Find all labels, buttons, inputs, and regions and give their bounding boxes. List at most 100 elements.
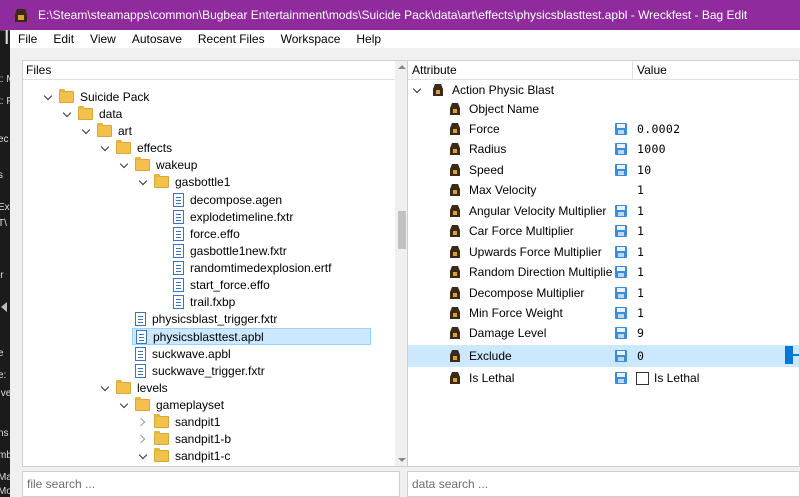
save-icon[interactable]: [615, 372, 627, 384]
tree-folder[interactable]: gameplayset: [119, 396, 224, 413]
menu-help[interactable]: Help: [348, 30, 389, 48]
tree-item-label: effects: [137, 140, 173, 155]
tree-folder[interactable]: effects: [100, 139, 172, 156]
chevron-down-icon[interactable]: [412, 85, 422, 95]
save-icon[interactable]: [615, 225, 627, 237]
save-icon[interactable]: [615, 266, 627, 278]
save-icon[interactable]: [615, 327, 627, 339]
attribute-row[interactable]: Random Direction Multiplier 1: [408, 262, 799, 282]
attribute-value[interactable]: 1: [637, 306, 644, 320]
attribute-value[interactable]: 1: [637, 265, 644, 279]
chevron-right-icon[interactable]: [138, 417, 148, 427]
chevron-down-icon[interactable]: [81, 126, 91, 136]
attribute-bag-icon: [450, 164, 460, 176]
tree-folder[interactable]: art: [81, 122, 132, 139]
save-icon[interactable]: [615, 287, 627, 299]
exclude-slider-knob[interactable]: [785, 346, 793, 364]
tree-file[interactable]: decompose.agen: [157, 191, 282, 208]
file-icon: [135, 363, 146, 378]
attribute-name: Angular Velocity Multiplier: [469, 204, 607, 218]
attribute-row[interactable]: Force 0.0002: [408, 119, 799, 139]
save-icon[interactable]: [615, 307, 627, 319]
chevron-down-icon[interactable]: [62, 109, 72, 119]
tree-folder[interactable]: Suicide Pack: [43, 88, 149, 105]
menu-bar: File Edit View Autosave Recent Files Workspac…: [10, 30, 800, 48]
attribute-row[interactable]: Radius 1000: [408, 139, 799, 159]
tree-file[interactable]: suckwave_trigger.fxtr: [119, 362, 265, 379]
attribute-value[interactable]: 1: [637, 245, 644, 259]
scroll-down-icon[interactable]: [398, 458, 406, 462]
attribute-value[interactable]: 0.0002: [637, 122, 680, 136]
attribute-row[interactable]: Exclude 0: [408, 345, 799, 367]
tree-folder[interactable]: gasbottle1: [138, 173, 230, 190]
attribute-row[interactable]: Object Name: [408, 99, 799, 119]
column-attribute[interactable]: Attribute: [408, 61, 633, 79]
attribute-row[interactable]: Car Force Multiplier 1: [408, 221, 799, 241]
attribute-value[interactable]: 0: [637, 349, 644, 363]
tree-file[interactable]: start_force.effo: [157, 276, 270, 293]
file-icon: [173, 277, 184, 292]
save-icon[interactable]: [615, 246, 627, 258]
tree-folder[interactable]: wakeup: [119, 156, 197, 173]
attribute-root[interactable]: Action Physic Blast: [408, 80, 799, 100]
attribute-row[interactable]: Decompose Multiplier 1: [408, 283, 799, 303]
tree-file[interactable]: trail.fxbp: [157, 293, 235, 310]
attribute-row[interactable]: Angular Velocity Multiplier 1: [408, 201, 799, 221]
tree-item-label: explodetimeline.fxtr: [190, 209, 294, 224]
tree-folder[interactable]: levels: [100, 379, 168, 396]
menu-recent-files[interactable]: Recent Files: [190, 30, 273, 48]
tree-folder[interactable]: sandpit1-b: [138, 430, 231, 447]
menu-autosave[interactable]: Autosave: [124, 30, 190, 48]
attribute-row[interactable]: Damage Level 9: [408, 323, 799, 343]
save-icon[interactable]: [615, 164, 627, 176]
data-search-input[interactable]: data search ...: [407, 471, 800, 497]
tree-file[interactable]: randomtimedexplosion.ertf: [157, 259, 331, 276]
save-icon[interactable]: [615, 143, 627, 155]
menu-edit[interactable]: Edit: [45, 30, 82, 48]
file-search-input[interactable]: file search ...: [22, 471, 400, 497]
scroll-thumb[interactable]: [398, 211, 406, 249]
chevron-down-icon[interactable]: [138, 451, 148, 461]
chevron-down-icon[interactable]: [100, 143, 110, 153]
chevron-down-icon[interactable]: [119, 400, 129, 410]
save-icon[interactable]: [615, 205, 627, 217]
tree-file[interactable]: gasbottle1new.fxtr: [157, 242, 287, 259]
attribute-value[interactable]: 1: [637, 183, 644, 197]
tree-folder[interactable]: data: [62, 105, 122, 122]
exclude-slider-track[interactable]: [793, 354, 799, 356]
save-icon[interactable]: [615, 123, 627, 135]
attribute-value[interactable]: 1000: [637, 142, 666, 156]
chevron-down-icon[interactable]: [119, 160, 129, 170]
attribute-row[interactable]: Is Lethal Is Lethal: [408, 368, 799, 388]
attribute-row[interactable]: Max Velocity 1: [408, 180, 799, 200]
attribute-value[interactable]: 1: [637, 204, 644, 218]
chevron-right-icon[interactable]: [138, 434, 148, 444]
tree-file[interactable]: physicsblast_trigger.fxtr: [119, 310, 277, 327]
attribute-value[interactable]: 1: [637, 286, 644, 300]
tree-file[interactable]: suckwave.apbl: [119, 345, 231, 362]
save-icon[interactable]: [615, 350, 627, 362]
is-lethal-checkbox[interactable]: [636, 372, 649, 385]
attribute-bag-icon: [450, 287, 460, 299]
tree-file[interactable]: explodetimeline.fxtr: [157, 208, 293, 225]
attribute-value[interactable]: 10: [637, 163, 651, 177]
tree-file[interactable]: ai_route - Copy (10).scne: [157, 464, 325, 466]
attribute-row[interactable]: Min Force Weight 1: [408, 303, 799, 323]
attribute-value[interactable]: 1: [637, 224, 644, 238]
menu-workspace[interactable]: Workspace: [273, 30, 349, 48]
column-value[interactable]: Value: [633, 63, 667, 77]
chevron-down-icon[interactable]: [138, 177, 148, 187]
chevron-down-icon[interactable]: [100, 383, 110, 393]
tree-folder[interactable]: sandpit1-c: [138, 447, 230, 464]
menu-file[interactable]: File: [10, 30, 45, 48]
collapse-arrow-icon[interactable]: [1, 302, 7, 312]
tree-file[interactable]: force.effo: [157, 225, 240, 242]
scroll-up-icon[interactable]: [398, 65, 406, 69]
attribute-value[interactable]: 9: [637, 326, 644, 340]
chevron-down-icon[interactable]: [43, 92, 53, 102]
tree-file[interactable]: physicsblasttest.apbl: [132, 328, 371, 345]
attribute-row[interactable]: Upwards Force Multiplier 1: [408, 242, 799, 262]
menu-view[interactable]: View: [82, 30, 124, 48]
attribute-row[interactable]: Speed 10: [408, 160, 799, 180]
tree-folder[interactable]: sandpit1: [138, 413, 220, 430]
